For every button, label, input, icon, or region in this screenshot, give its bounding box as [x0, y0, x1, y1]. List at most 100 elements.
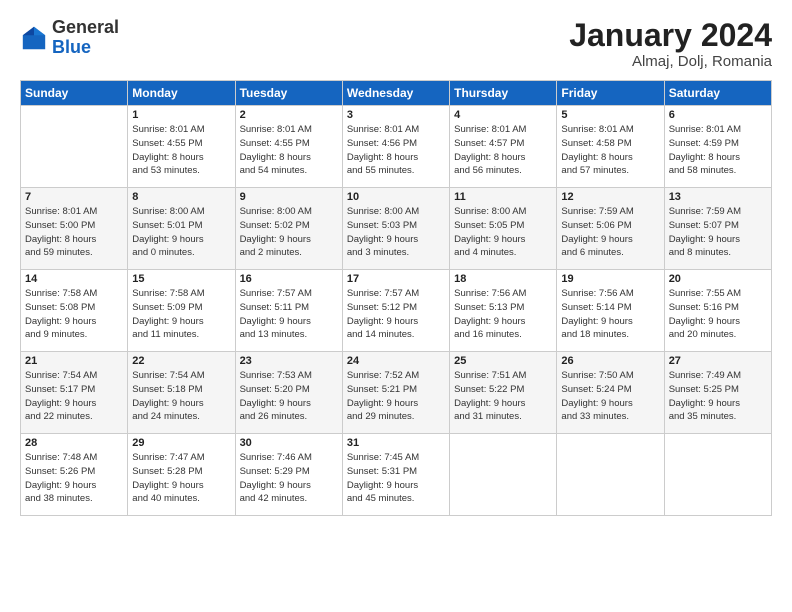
- main-container: General Blue January 2024 Almaj, Dolj, R…: [0, 0, 792, 526]
- day-number: 4: [454, 109, 552, 121]
- calendar-cell: 13 Sunrise: 7:59 AMSunset: 5:07 PMDayligh…: [664, 188, 771, 270]
- calendar-cell: 9 Sunrise: 8:00 AMSunset: 5:02 PMDaylight…: [235, 188, 342, 270]
- day-content: Sunrise: 8:01 AMSunset: 4:59 PMDaylight:…: [669, 123, 767, 178]
- day-number: 12: [561, 191, 659, 203]
- calendar-cell: 25Sunrise: 7:51 AMSunset: 5:22 PMDayligh…: [450, 352, 557, 434]
- day-number: 3: [347, 109, 445, 121]
- day-content: Sunrise: 7:49 AMSunset: 5:25 PMDaylight:…: [669, 369, 767, 424]
- day-content: Sunrise: 7:56 AMSunset: 5:13 PMDaylight:…: [454, 287, 552, 342]
- day-number: 17: [347, 273, 445, 285]
- calendar-cell: 22 Sunrise: 7:54 AMSunset: 5:18 PMDayligh…: [128, 352, 235, 434]
- day-content: Sunrise: 8:00 AMSunset: 5:02 PMDaylight:…: [240, 205, 338, 260]
- week-row-2: 7Sunrise: 8:01 AMSunset: 5:00 PMDaylight…: [21, 188, 772, 270]
- calendar-cell: 24 Sunrise: 7:52 AMSunset: 5:21 PMDayligh…: [342, 352, 449, 434]
- calendar-cell: 3 Sunrise: 8:01 AMSunset: 4:56 PMDaylight…: [342, 106, 449, 188]
- logo-general-text: General: [52, 17, 119, 37]
- day-number: 7: [25, 191, 123, 203]
- day-content: Sunrise: 7:56 AMSunset: 5:14 PMDaylight:…: [561, 287, 659, 342]
- calendar-header: SundayMondayTuesdayWednesdayThursdayFrid…: [21, 81, 772, 106]
- calendar-cell: 26 Sunrise: 7:50 AMSunset: 5:24 PMDayligh…: [557, 352, 664, 434]
- day-content: Sunrise: 8:01 AMSunset: 4:55 PMDaylight:…: [132, 123, 230, 178]
- day-number: 19: [561, 273, 659, 285]
- day-number: 2: [240, 109, 338, 121]
- day-content: Sunrise: 7:58 AMSunset: 5:09 PMDaylight:…: [132, 287, 230, 342]
- calendar-cell: 19 Sunrise: 7:56 AMSunset: 5:14 PMDayligh…: [557, 270, 664, 352]
- day-content: Sunrise: 7:46 AMSunset: 5:29 PMDaylight:…: [240, 451, 338, 506]
- calendar-cell: 18 Sunrise: 7:56 AMSunset: 5:13 PMDayligh…: [450, 270, 557, 352]
- calendar-cell: [450, 434, 557, 516]
- day-number: 30: [240, 437, 338, 449]
- calendar-cell: 23Sunrise: 7:53 AMSunset: 5:20 PMDayligh…: [235, 352, 342, 434]
- day-content: Sunrise: 7:59 AMSunset: 5:07 PMDaylight:…: [669, 205, 767, 260]
- day-number: 1: [132, 109, 230, 121]
- day-number: 20: [669, 273, 767, 285]
- calendar-cell: 6 Sunrise: 8:01 AMSunset: 4:59 PMDaylight…: [664, 106, 771, 188]
- day-number: 22: [132, 355, 230, 367]
- logo-icon: [20, 24, 48, 52]
- logo-blue-text: Blue: [52, 37, 91, 57]
- calendar-table: SundayMondayTuesdayWednesdayThursdayFrid…: [20, 80, 772, 516]
- calendar-cell: 28Sunrise: 7:48 AMSunset: 5:26 PMDayligh…: [21, 434, 128, 516]
- calendar-cell: [664, 434, 771, 516]
- header-cell-monday: Monday: [128, 81, 235, 106]
- day-number: 29: [132, 437, 230, 449]
- day-number: 9: [240, 191, 338, 203]
- day-content: Sunrise: 7:58 AMSunset: 5:08 PMDaylight:…: [25, 287, 123, 342]
- day-number: 24: [347, 355, 445, 367]
- day-content: Sunrise: 8:00 AMSunset: 5:01 PMDaylight:…: [132, 205, 230, 260]
- header-cell-sunday: Sunday: [21, 81, 128, 106]
- header-row: SundayMondayTuesdayWednesdayThursdayFrid…: [21, 81, 772, 106]
- day-content: Sunrise: 7:54 AMSunset: 5:17 PMDaylight:…: [25, 369, 123, 424]
- day-number: 21: [25, 355, 123, 367]
- day-content: Sunrise: 7:57 AMSunset: 5:11 PMDaylight:…: [240, 287, 338, 342]
- location-subtitle: Almaj, Dolj, Romania: [569, 53, 772, 70]
- calendar-cell: 16Sunrise: 7:57 AMSunset: 5:11 PMDayligh…: [235, 270, 342, 352]
- day-number: 18: [454, 273, 552, 285]
- day-content: Sunrise: 7:53 AMSunset: 5:20 PMDaylight:…: [240, 369, 338, 424]
- day-number: 27: [669, 355, 767, 367]
- week-row-1: 1 Sunrise: 8:01 AMSunset: 4:55 PMDaylight…: [21, 106, 772, 188]
- day-content: Sunrise: 8:01 AMSunset: 4:55 PMDaylight:…: [240, 123, 338, 178]
- calendar-cell: 20 Sunrise: 7:55 AMSunset: 5:16 PMDayligh…: [664, 270, 771, 352]
- calendar-cell: 8 Sunrise: 8:00 AMSunset: 5:01 PMDaylight…: [128, 188, 235, 270]
- header: General Blue January 2024 Almaj, Dolj, R…: [20, 18, 772, 70]
- header-cell-tuesday: Tuesday: [235, 81, 342, 106]
- day-content: Sunrise: 7:57 AMSunset: 5:12 PMDaylight:…: [347, 287, 445, 342]
- calendar-cell: 27 Sunrise: 7:49 AMSunset: 5:25 PMDayligh…: [664, 352, 771, 434]
- week-row-4: 21 Sunrise: 7:54 AMSunset: 5:17 PMDayligh…: [21, 352, 772, 434]
- calendar-cell: [21, 106, 128, 188]
- day-content: Sunrise: 7:54 AMSunset: 5:18 PMDaylight:…: [132, 369, 230, 424]
- calendar-cell: 29 Sunrise: 7:47 AMSunset: 5:28 PMDayligh…: [128, 434, 235, 516]
- day-content: Sunrise: 8:01 AMSunset: 4:56 PMDaylight:…: [347, 123, 445, 178]
- calendar-cell: 2 Sunrise: 8:01 AMSunset: 4:55 PMDaylight…: [235, 106, 342, 188]
- calendar-cell: 15 Sunrise: 7:58 AMSunset: 5:09 PMDayligh…: [128, 270, 235, 352]
- week-row-5: 28Sunrise: 7:48 AMSunset: 5:26 PMDayligh…: [21, 434, 772, 516]
- day-content: Sunrise: 7:47 AMSunset: 5:28 PMDaylight:…: [132, 451, 230, 506]
- day-content: Sunrise: 8:00 AMSunset: 5:03 PMDaylight:…: [347, 205, 445, 260]
- calendar-cell: 21 Sunrise: 7:54 AMSunset: 5:17 PMDayligh…: [21, 352, 128, 434]
- day-content: Sunrise: 7:51 AMSunset: 5:22 PMDaylight:…: [454, 369, 552, 424]
- header-cell-thursday: Thursday: [450, 81, 557, 106]
- day-number: 31: [347, 437, 445, 449]
- day-content: Sunrise: 7:59 AMSunset: 5:06 PMDaylight:…: [561, 205, 659, 260]
- logo: General Blue: [20, 18, 119, 58]
- day-number: 5: [561, 109, 659, 121]
- day-content: Sunrise: 7:50 AMSunset: 5:24 PMDaylight:…: [561, 369, 659, 424]
- day-content: Sunrise: 7:52 AMSunset: 5:21 PMDaylight:…: [347, 369, 445, 424]
- day-content: Sunrise: 8:01 AMSunset: 4:57 PMDaylight:…: [454, 123, 552, 178]
- day-number: 26: [561, 355, 659, 367]
- calendar-body: 1 Sunrise: 8:01 AMSunset: 4:55 PMDaylight…: [21, 106, 772, 516]
- day-number: 8: [132, 191, 230, 203]
- calendar-cell: 4 Sunrise: 8:01 AMSunset: 4:57 PMDaylight…: [450, 106, 557, 188]
- calendar-cell: 5Sunrise: 8:01 AMSunset: 4:58 PMDaylight…: [557, 106, 664, 188]
- calendar-cell: 1 Sunrise: 8:01 AMSunset: 4:55 PMDaylight…: [128, 106, 235, 188]
- week-row-3: 14Sunrise: 7:58 AMSunset: 5:08 PMDayligh…: [21, 270, 772, 352]
- month-title: January 2024: [569, 18, 772, 53]
- day-number: 10: [347, 191, 445, 203]
- day-number: 13: [669, 191, 767, 203]
- day-content: Sunrise: 7:55 AMSunset: 5:16 PMDaylight:…: [669, 287, 767, 342]
- title-block: January 2024 Almaj, Dolj, Romania: [569, 18, 772, 70]
- day-number: 15: [132, 273, 230, 285]
- calendar-cell: 17 Sunrise: 7:57 AMSunset: 5:12 PMDayligh…: [342, 270, 449, 352]
- day-number: 6: [669, 109, 767, 121]
